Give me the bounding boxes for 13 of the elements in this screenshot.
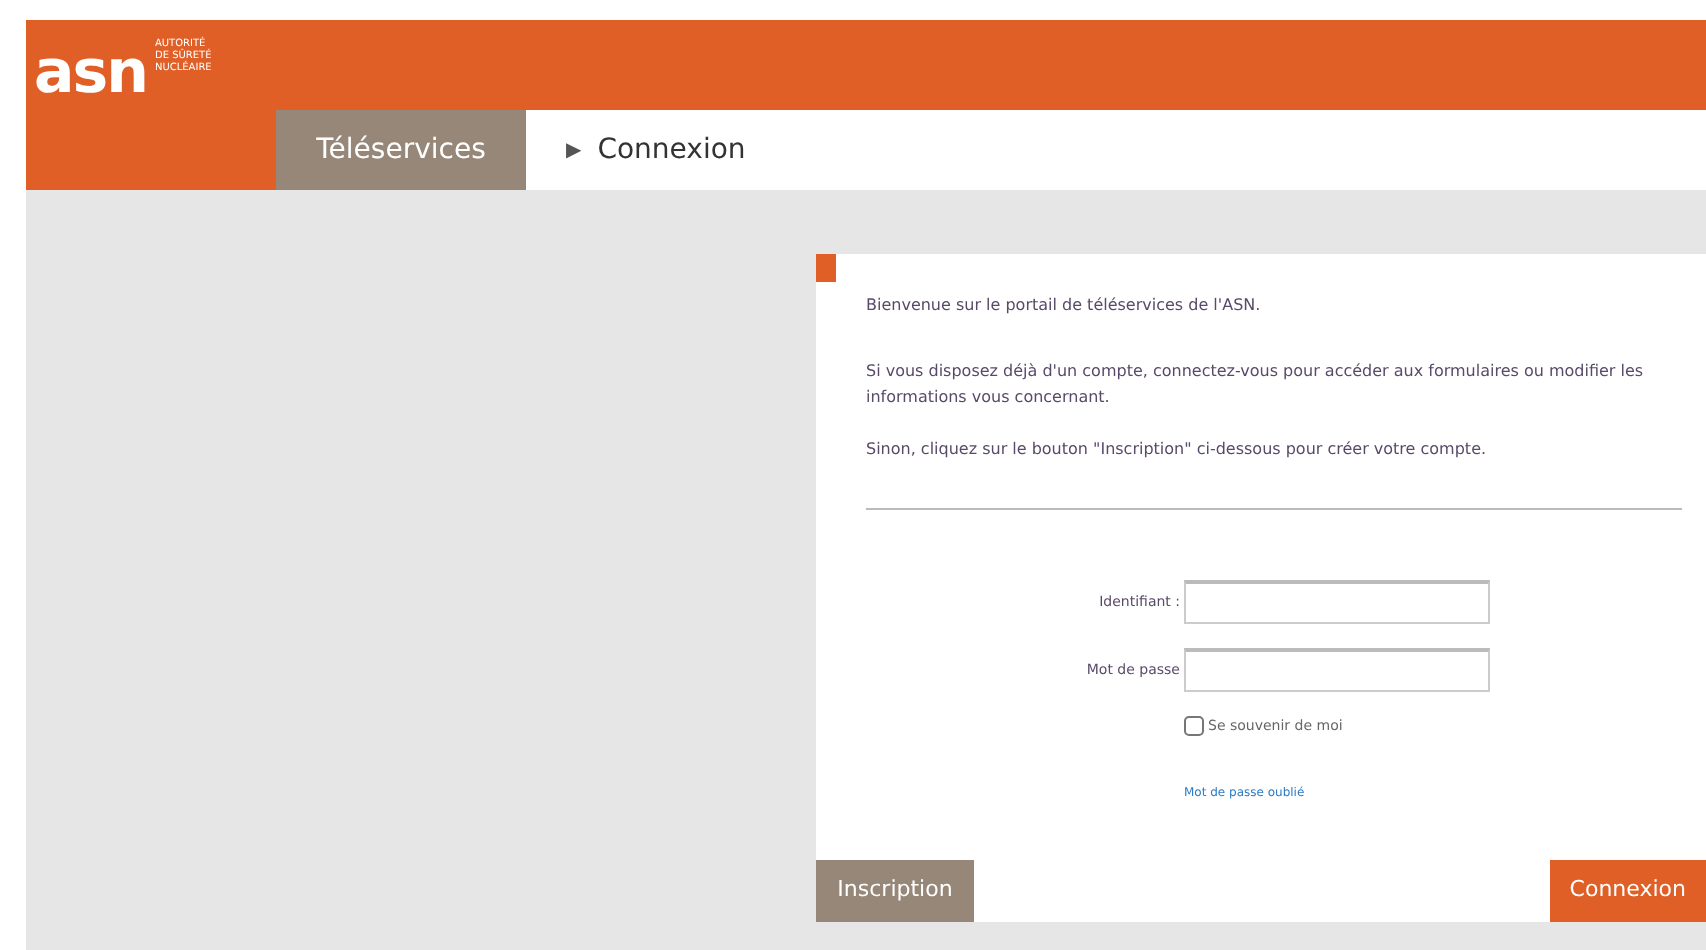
paragraph: Si vous disposez déjà d'un compte, connectez-vous pour accéder aux formulaires ou modifier les informations vous concernant. [866,359,1646,410]
password-field[interactable] [1184,648,1490,693]
accent-square [816,254,836,282]
remember-checkbox[interactable] [1184,716,1204,737]
paragraph: Bienvenue sur le portail de téléservices de l'ASN. [866,294,1263,318]
username-field[interactable] [1184,580,1490,625]
nav-tab[interactable]: Téléservices [276,110,526,190]
breadcrumb-separator: ▶ [566,137,582,165]
register-button[interactable]: Inscription [816,860,974,922]
logo: asn [34,44,147,104]
login-button[interactable]: Connexion [1549,860,1706,922]
breadcrumb-item: Connexion [597,131,746,169]
paragraph: Sinon, cliquez sur le bouton "Inscription" ci-dessous pour créer votre compte. [866,438,1489,463]
